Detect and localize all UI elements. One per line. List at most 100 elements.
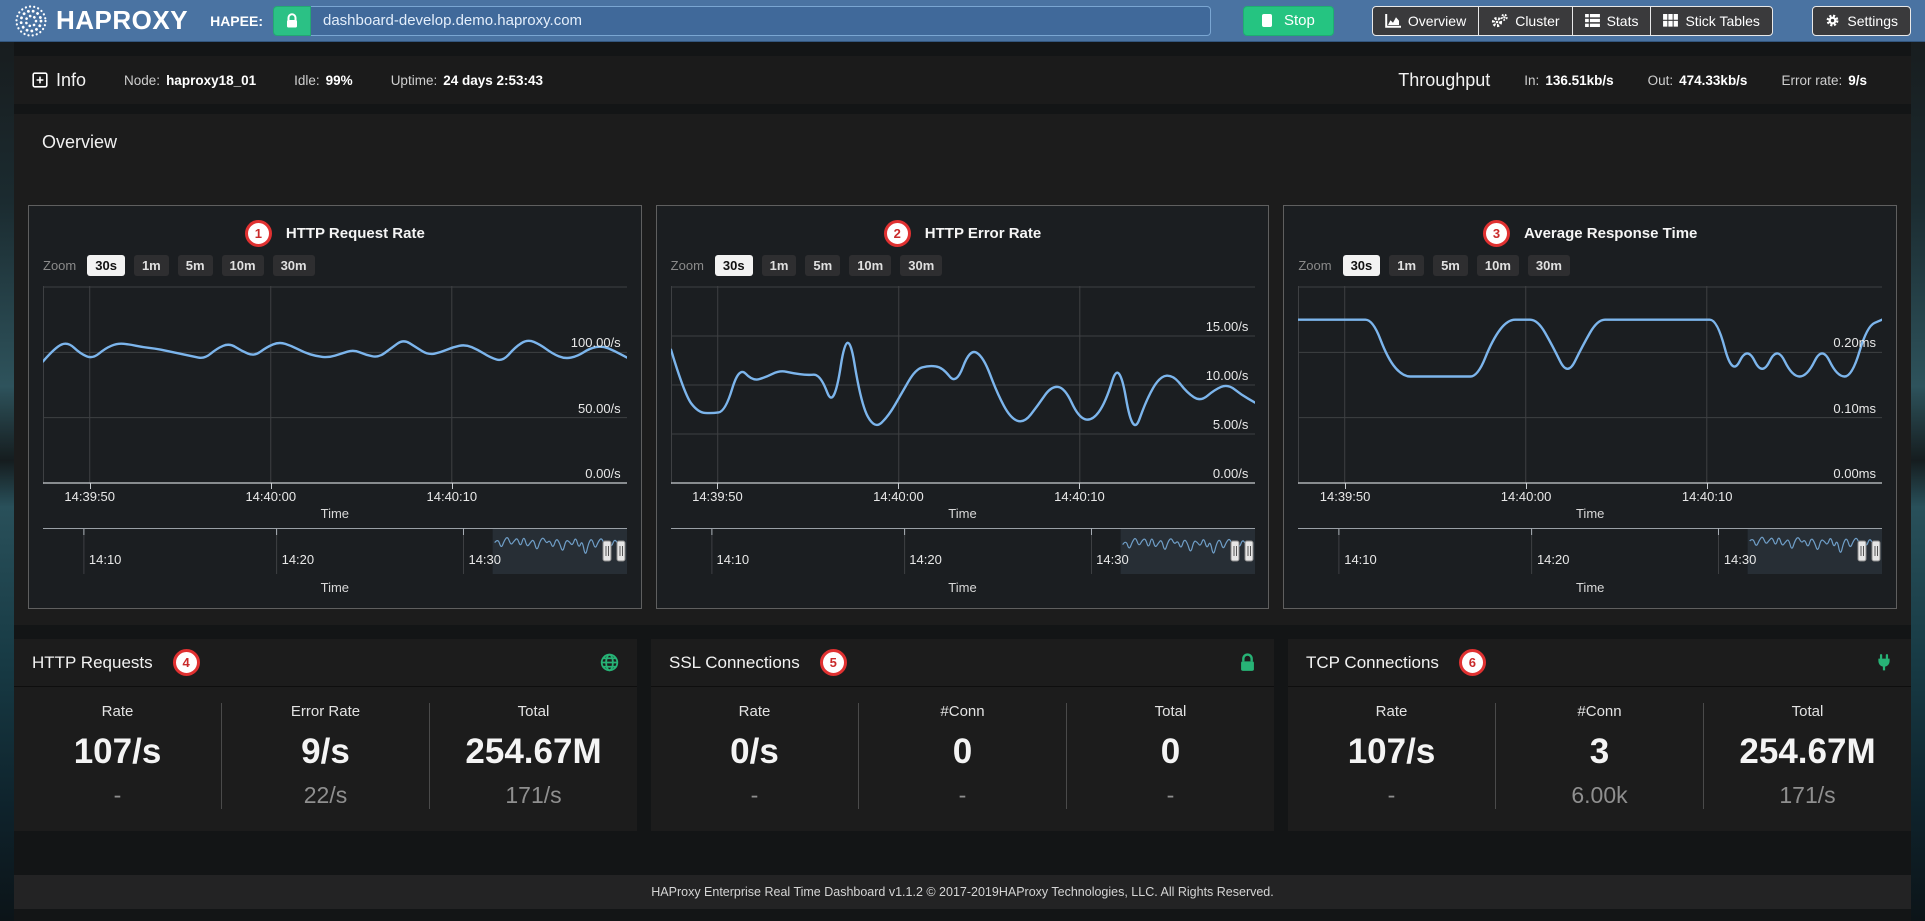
y-axis-label: 0.10ms	[1833, 401, 1876, 416]
navigator-axis-label: 14:30	[468, 552, 501, 567]
chart-number-badge: 2	[884, 220, 911, 247]
area-chart-icon	[1385, 14, 1401, 28]
x-axis-label: 14:40:10	[1054, 489, 1105, 504]
navigator-axis-label: 14:10	[717, 552, 750, 567]
zoom-controls: Zoom 30s 1m 5m 10m 30m	[43, 252, 641, 278]
plus-square-icon	[32, 72, 48, 88]
zoom-30m-button[interactable]: 30m	[273, 255, 315, 276]
navigator-axis-label: 14:20	[282, 552, 315, 567]
lock-icon	[285, 13, 299, 29]
x-axis-label: 14:40:00	[1501, 489, 1552, 504]
y-axis-label: 10.00/s	[1206, 368, 1249, 383]
uptime-info: Uptime:24 days 2:53:43	[391, 73, 543, 88]
navigator-handle[interactable]	[617, 541, 625, 561]
y-axis-label: 5.00/s	[1213, 417, 1248, 432]
main-chart-svg	[671, 286, 1255, 484]
chart-plot-area: 100.00/s50.00/s0.00/s	[43, 286, 627, 484]
http-requests-card: HTTP Requests 4 Rate 107/s -	[14, 639, 637, 831]
zoom-label: Zoom	[43, 258, 76, 273]
navigator-svg	[671, 528, 1255, 578]
x-axis-label: 14:40:00	[245, 489, 296, 504]
zoom-10m-button[interactable]: 10m	[1477, 255, 1519, 276]
navigator-handle[interactable]	[1872, 541, 1880, 561]
card-number-badge: 6	[1459, 649, 1486, 676]
x-axis-label: 14:40:10	[1682, 489, 1733, 504]
zoom-1m-button[interactable]: 1m	[762, 255, 797, 276]
navigator-axis-title: Time	[657, 580, 1269, 598]
chart-number-badge: 3	[1483, 220, 1510, 247]
zoom-30s-button[interactable]: 30s	[715, 255, 753, 276]
chart-navigator[interactable]: 14:1014:2014:30	[43, 528, 627, 578]
navigator-handle[interactable]	[1231, 541, 1239, 561]
zoom-5m-button[interactable]: 5m	[1433, 255, 1468, 276]
url-group	[273, 6, 1211, 36]
tab-cluster[interactable]: Cluster	[1478, 6, 1572, 36]
navigator-axis-label: 14:20	[1537, 552, 1570, 567]
http-request-rate-chart: 1 HTTP Request Rate Zoom30s1m5m10m30m 10…	[28, 205, 642, 609]
navigator-svg	[43, 528, 627, 578]
x-axis-labels: 14:39:5014:40:0014:40:10	[43, 484, 627, 504]
zoom-30s-button[interactable]: 30s	[1343, 255, 1381, 276]
y-axis-label: 0.00/s	[1213, 466, 1248, 481]
navigator-handle[interactable]	[603, 541, 611, 561]
zoom-30m-button[interactable]: 30m	[1528, 255, 1570, 276]
chart-navigator[interactable]: 14:1014:2014:30	[671, 528, 1255, 578]
lock-button[interactable]	[273, 6, 311, 36]
zoom-controls: Zoom30s1m5m10m30m	[1298, 252, 1896, 278]
stat-rate: Rate 0/s -	[651, 703, 858, 809]
lock-icon	[1239, 653, 1256, 672]
navigator-axis-label: 14:10	[1344, 552, 1377, 567]
stat-conn: #Conn 0 -	[858, 703, 1066, 809]
x-axis-label: 14:39:50	[1320, 489, 1371, 504]
x-axis-labels: 14:39:5014:40:0014:40:10	[671, 484, 1255, 504]
brand: HAPROXY	[14, 4, 188, 38]
chart-title: Average Response Time	[1524, 225, 1697, 242]
throughput-out: Out:474.33kb/s	[1648, 73, 1748, 88]
stat-rate: Rate 107/s -	[14, 703, 221, 809]
chart-plot-area: 0.20ms0.10ms0.00ms	[1298, 286, 1882, 484]
zoom-controls: Zoom 30s 1m 5m 10m 30m	[671, 252, 1269, 278]
info-toggle[interactable]: Info	[32, 70, 86, 91]
haproxy-logo-icon	[14, 4, 48, 38]
url-input[interactable]	[311, 6, 1211, 36]
throughput-label: Throughput	[1398, 70, 1490, 91]
y-axis-label: 0.20ms	[1833, 335, 1876, 350]
zoom-10m-button[interactable]: 10m	[222, 255, 264, 276]
stat-conn: #Conn 3 6.00k	[1495, 703, 1703, 809]
navigator-axis-title: Time	[29, 580, 641, 598]
card-title: TCP Connections	[1306, 653, 1439, 673]
average-response-time-chart: 3 Average Response Time Zoom30s1m5m10m30…	[1283, 205, 1897, 609]
stop-button[interactable]: Stop	[1243, 6, 1334, 36]
zoom-30m-button[interactable]: 30m	[900, 255, 942, 276]
zoom-1m-button[interactable]: 1m	[1389, 255, 1424, 276]
chart-navigator[interactable]: 14:10 14:20 14:30	[1298, 528, 1882, 578]
zoom-5m-button[interactable]: 5m	[178, 255, 213, 276]
y-axis-label: 15.00/s	[1206, 319, 1249, 334]
globe-icon	[600, 653, 619, 672]
navigator-handle[interactable]	[1245, 541, 1253, 561]
zoom-30s-button[interactable]: 30s	[87, 255, 125, 276]
zoom-label: Zoom	[671, 258, 704, 273]
x-axis-title: Time	[1284, 506, 1896, 524]
stat-error-rate: Error Rate 9/s 22/s	[221, 703, 429, 809]
tab-stats[interactable]: Stats	[1572, 6, 1652, 36]
y-axis-label: 100.00/s	[571, 335, 621, 350]
view-switcher: Overview Cluster	[1372, 6, 1773, 36]
x-axis-label: 14:39:50	[692, 489, 743, 504]
navigator-handle[interactable]	[1858, 541, 1866, 561]
throughput-in: In:136.51kb/s	[1524, 73, 1613, 88]
brand-name: HAPROXY	[56, 5, 188, 36]
zoom-10m-button[interactable]: 10m	[849, 255, 891, 276]
chart-title: HTTP Error Rate	[925, 225, 1041, 242]
zoom-1m-button[interactable]: 1m	[134, 255, 169, 276]
tab-stick-tables[interactable]: Stick Tables	[1650, 6, 1772, 36]
card-title: HTTP Requests	[32, 653, 153, 673]
main-chart-svg	[1298, 286, 1882, 484]
node-info: Node:haproxy18_01	[124, 73, 256, 88]
settings-button[interactable]: Settings	[1812, 6, 1911, 36]
zoom-5m-button[interactable]: 5m	[805, 255, 840, 276]
tab-overview[interactable]: Overview	[1372, 6, 1479, 36]
chart-number-badge: 1	[245, 220, 272, 247]
navigator-axis-label: 14:30	[1724, 552, 1757, 567]
x-axis-title: Time	[657, 506, 1269, 524]
